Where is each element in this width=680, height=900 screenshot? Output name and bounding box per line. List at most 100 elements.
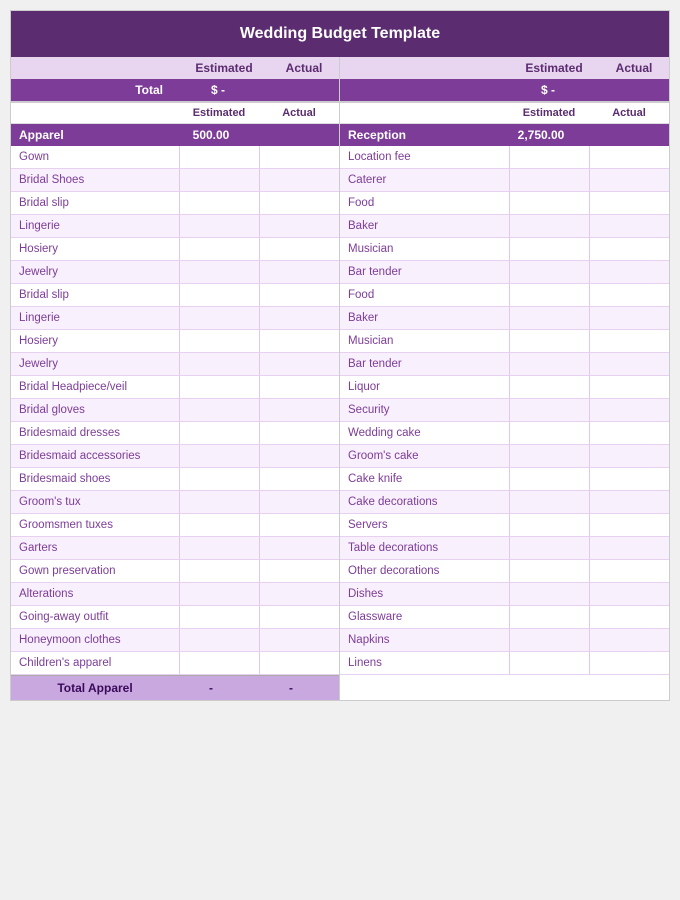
right-row-act[interactable] (589, 238, 669, 260)
right-row-act[interactable] (589, 583, 669, 605)
right-row-est[interactable] (509, 169, 589, 191)
right-row-act[interactable] (589, 606, 669, 628)
right-row-act[interactable] (589, 422, 669, 444)
left-row-act[interactable] (259, 261, 339, 283)
left-row-est[interactable] (179, 652, 259, 674)
right-row-act[interactable] (589, 514, 669, 536)
left-row-act[interactable] (259, 284, 339, 306)
left-row-est[interactable] (179, 399, 259, 421)
right-row-est[interactable] (509, 376, 589, 398)
left-row-est[interactable] (179, 514, 259, 536)
left-row-act[interactable] (259, 560, 339, 582)
left-row-est[interactable] (179, 560, 259, 582)
left-row-est[interactable] (179, 284, 259, 306)
left-row-act[interactable] (259, 491, 339, 513)
right-row-est[interactable] (509, 353, 589, 375)
right-row-est[interactable] (509, 238, 589, 260)
left-row-est[interactable] (179, 606, 259, 628)
left-row: Bridal gloves (11, 399, 339, 422)
right-row-est[interactable] (509, 192, 589, 214)
left-row-act[interactable] (259, 514, 339, 536)
right-row: Cake decorations (340, 491, 669, 514)
right-row-est[interactable] (509, 307, 589, 329)
right-row-est[interactable] (509, 422, 589, 444)
right-row-est[interactable] (509, 445, 589, 467)
left-row-act[interactable] (259, 238, 339, 260)
left-row-act[interactable] (259, 629, 339, 651)
left-row: Going-away outfit (11, 606, 339, 629)
left-row-est[interactable] (179, 537, 259, 559)
right-row-est[interactable] (509, 146, 589, 168)
left-row-est[interactable] (179, 307, 259, 329)
left-row-est[interactable] (179, 468, 259, 490)
left-row-act[interactable] (259, 192, 339, 214)
right-row-act[interactable] (589, 307, 669, 329)
right-row-est[interactable] (509, 514, 589, 536)
right-row-act[interactable] (589, 146, 669, 168)
left-row-act[interactable] (259, 583, 339, 605)
left-row-act[interactable] (259, 307, 339, 329)
left-row-act[interactable] (259, 445, 339, 467)
left-row: Groomsmen tuxes (11, 514, 339, 537)
left-row-est[interactable] (179, 261, 259, 283)
left-row: Bridal slip (11, 284, 339, 307)
right-row-est[interactable] (509, 330, 589, 352)
left-row-est[interactable] (179, 192, 259, 214)
right-row-act[interactable] (589, 353, 669, 375)
right-row-act[interactable] (589, 169, 669, 191)
right-row-act[interactable] (589, 491, 669, 513)
left-row-act[interactable] (259, 399, 339, 421)
left-row-est[interactable] (179, 353, 259, 375)
left-row-est[interactable] (179, 422, 259, 444)
right-row-act[interactable] (589, 537, 669, 559)
right-row-est[interactable] (509, 261, 589, 283)
left-row-act[interactable] (259, 652, 339, 674)
right-row-est[interactable] (509, 537, 589, 559)
right-row-act[interactable] (589, 330, 669, 352)
right-row-est[interactable] (509, 629, 589, 651)
right-row-act[interactable] (589, 399, 669, 421)
left-row-act[interactable] (259, 537, 339, 559)
right-row-act[interactable] (589, 445, 669, 467)
right-row-est[interactable] (509, 215, 589, 237)
left-row-act[interactable] (259, 376, 339, 398)
right-row-est[interactable] (509, 284, 589, 306)
left-row-est[interactable] (179, 169, 259, 191)
left-row-act[interactable] (259, 606, 339, 628)
left-row-est[interactable] (179, 445, 259, 467)
right-row-act[interactable] (589, 284, 669, 306)
right-row-act[interactable] (589, 468, 669, 490)
right-row-est[interactable] (509, 583, 589, 605)
right-row-est[interactable] (509, 652, 589, 674)
left-row-act[interactable] (259, 215, 339, 237)
right-row-act[interactable] (589, 376, 669, 398)
left-row-act[interactable] (259, 330, 339, 352)
right-row-est[interactable] (509, 560, 589, 582)
left-row-act[interactable] (259, 169, 339, 191)
left-row-act[interactable] (259, 468, 339, 490)
left-row-est[interactable] (179, 238, 259, 260)
right-row-act[interactable] (589, 261, 669, 283)
main-grid: Estimated Actual Apparel 500.00 Gown Bri… (11, 102, 669, 700)
left-row-act[interactable] (259, 146, 339, 168)
apparel-footer: Total Apparel - - (11, 675, 339, 700)
right-row-est[interactable] (509, 606, 589, 628)
left-row-est[interactable] (179, 376, 259, 398)
left-row-est[interactable] (179, 491, 259, 513)
left-row-est[interactable] (179, 330, 259, 352)
left-row-est[interactable] (179, 629, 259, 651)
left-row-item: Garters (11, 539, 179, 557)
right-row-est[interactable] (509, 468, 589, 490)
right-row-est[interactable] (509, 399, 589, 421)
right-row-act[interactable] (589, 215, 669, 237)
left-row-act[interactable] (259, 422, 339, 444)
right-row-act[interactable] (589, 192, 669, 214)
right-row-act[interactable] (589, 652, 669, 674)
right-row-est[interactable] (509, 491, 589, 513)
left-row-act[interactable] (259, 353, 339, 375)
left-row-est[interactable] (179, 583, 259, 605)
left-row-est[interactable] (179, 215, 259, 237)
right-row-act[interactable] (589, 629, 669, 651)
right-row-act[interactable] (589, 560, 669, 582)
left-row-est[interactable] (179, 146, 259, 168)
